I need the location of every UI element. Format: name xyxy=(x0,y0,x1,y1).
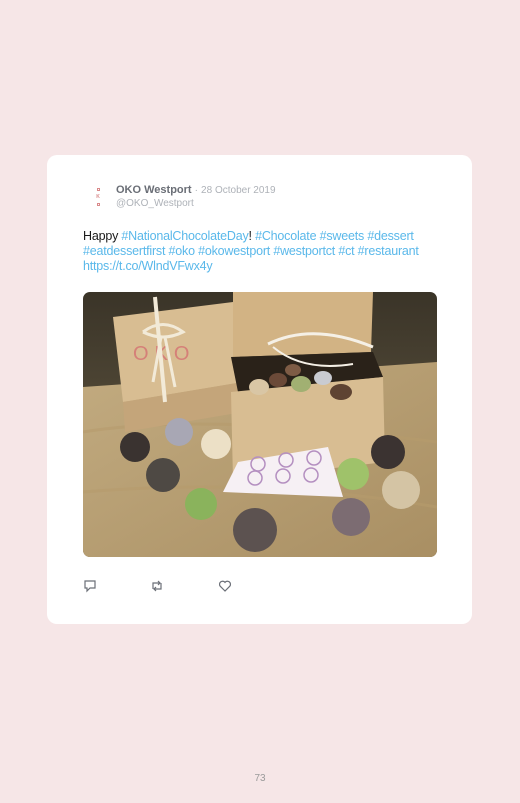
separator: · xyxy=(194,185,198,196)
tweet-date[interactable]: 28 October 2019 xyxy=(201,185,276,196)
tweet-photo[interactable]: OKO xyxy=(83,292,437,557)
author-handle[interactable]: @OKO_Westport xyxy=(116,198,194,209)
heart-icon[interactable] xyxy=(218,579,232,593)
avatar[interactable]: K xyxy=(95,188,101,206)
tweet-header: OKO Westport · 28 October 2019 xyxy=(116,184,276,196)
tweet-text: Happy #NationalChocolateDay! #Chocolate … xyxy=(83,229,443,274)
retweet-icon[interactable] xyxy=(150,579,164,593)
page-number: 73 xyxy=(254,773,266,784)
reply-icon[interactable] xyxy=(83,579,97,593)
author-name[interactable]: OKO Westport xyxy=(116,184,192,196)
text-lead: Happy xyxy=(83,229,122,243)
hashtag-link[interactable]: #NationalChocolateDay xyxy=(121,229,248,243)
box-logo: OKO xyxy=(133,343,195,365)
tweet-card: K OKO Westport · 28 October 2019 @OKO_We… xyxy=(47,155,472,624)
